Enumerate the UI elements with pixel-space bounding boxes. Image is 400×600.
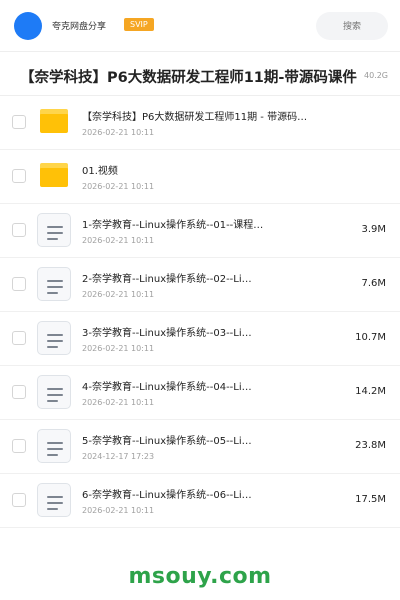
- file-date: 2026-02-21 10:11: [82, 290, 155, 299]
- select-checkbox[interactable]: [12, 223, 26, 237]
- document-icon: [37, 321, 71, 355]
- file-date: 2024-12-17 17:23: [82, 452, 155, 461]
- file-size: 14.2M: [355, 386, 386, 397]
- avatar[interactable]: [14, 12, 42, 40]
- list-item[interactable]: 5-奈学教育--Linux操作系统--05--Li… 2024-12-17 17…: [0, 420, 400, 474]
- list-item[interactable]: 【奈学科技】P6大数据研发工程师11期 - 带源码… 2026-02-21 10…: [0, 96, 400, 150]
- select-checkbox[interactable]: [12, 331, 26, 345]
- folder-icon: [40, 163, 68, 187]
- file-name: 【奈学科技】P6大数据研发工程师11期 - 带源码…: [82, 112, 308, 123]
- select-checkbox[interactable]: [12, 277, 26, 291]
- file-date: 2026-02-21 10:11: [82, 506, 155, 515]
- select-checkbox[interactable]: [12, 493, 26, 507]
- file-name: 2-奈学教育--Linux操作系统--02--Li…: [82, 274, 252, 285]
- file-date: 2026-02-21 10:11: [82, 398, 155, 407]
- share-name: 夸克网盘分享: [52, 22, 107, 32]
- folder-icon: [40, 109, 68, 133]
- folder-title-row: 【奈学科技】P6大数据研发工程师11期-带源码课件 40.2G: [0, 52, 400, 96]
- file-size: 10.7M: [355, 332, 386, 343]
- select-checkbox[interactable]: [12, 439, 26, 453]
- file-size: 7.6M: [361, 278, 386, 289]
- list-item[interactable]: 4-奈学教育--Linux操作系统--04--Li… 2026-02-21 10…: [0, 366, 400, 420]
- document-icon: [37, 429, 71, 463]
- total-size: 40.2G: [363, 71, 388, 80]
- select-checkbox[interactable]: [12, 385, 26, 399]
- document-icon: [37, 213, 71, 247]
- file-name: 01.视频: [82, 166, 118, 177]
- file-date: 2026-02-21 10:11: [82, 128, 155, 137]
- file-size: 3.9M: [361, 224, 386, 235]
- file-name: 4-奈学教育--Linux操作系统--04--Li…: [82, 382, 252, 393]
- file-list: 【奈学科技】P6大数据研发工程师11期 - 带源码… 2026-02-21 10…: [0, 96, 400, 528]
- list-item[interactable]: 1-奈学教育--Linux操作系统--01--课程… 2026-02-21 10…: [0, 204, 400, 258]
- file-date: 2026-02-21 10:11: [82, 182, 155, 191]
- document-icon: [37, 483, 71, 517]
- list-item[interactable]: 3-奈学教育--Linux操作系统--03--Li… 2026-02-21 10…: [0, 312, 400, 366]
- list-item[interactable]: 6-奈学教育--Linux操作系统--06--Li… 2026-02-21 10…: [0, 474, 400, 528]
- svip-badge: SVIP: [124, 18, 154, 31]
- document-icon: [37, 267, 71, 301]
- select-checkbox[interactable]: [12, 115, 26, 129]
- page-title: 【奈学科技】P6大数据研发工程师11期-带源码课件: [20, 70, 357, 86]
- file-name: 6-奈学教育--Linux操作系统--06--Li…: [82, 490, 252, 501]
- file-date: 2026-02-21 10:11: [82, 236, 155, 245]
- file-name: 1-奈学教育--Linux操作系统--01--课程…: [82, 220, 264, 231]
- list-item[interactable]: 2-奈学教育--Linux操作系统--02--Li… 2026-02-21 10…: [0, 258, 400, 312]
- select-checkbox[interactable]: [12, 169, 26, 183]
- file-date: 2026-02-21 10:11: [82, 344, 155, 353]
- file-size: 17.5M: [355, 494, 386, 505]
- header: 夸克网盘分享 SVIP: [0, 0, 400, 50]
- search-input[interactable]: [316, 12, 388, 40]
- document-icon: [37, 375, 71, 409]
- watermark: msouy.com: [128, 564, 272, 589]
- file-name: 5-奈学教育--Linux操作系统--05--Li…: [82, 436, 252, 447]
- file-name: 3-奈学教育--Linux操作系统--03--Li…: [82, 328, 252, 339]
- file-size: 23.8M: [355, 440, 386, 451]
- list-item[interactable]: 01.视频 2026-02-21 10:11: [0, 150, 400, 204]
